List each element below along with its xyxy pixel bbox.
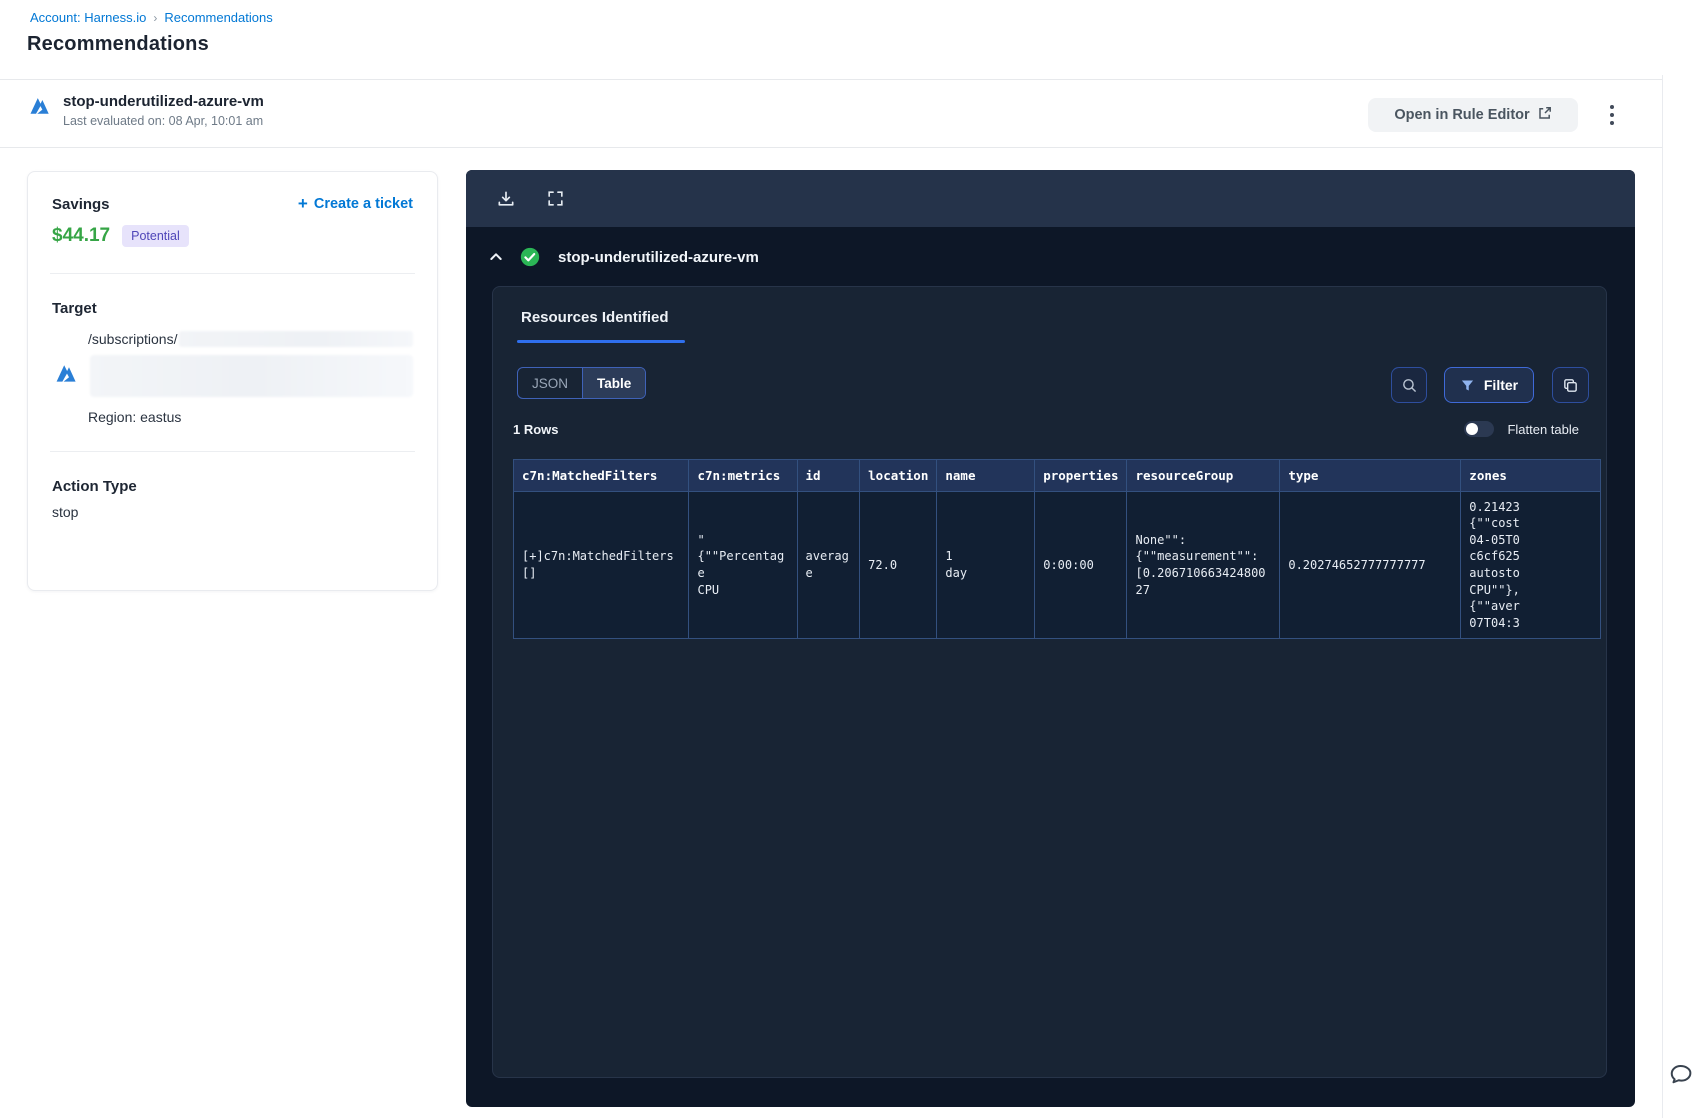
copy-icon	[1562, 377, 1579, 394]
col-header-name: name	[936, 459, 1036, 492]
redacted-target-block	[90, 355, 413, 397]
tab-resources-identified-label: Resources Identified	[521, 309, 669, 326]
cell-zones: 0.21423 {""cost 04-05T0 c6cf625 autosto …	[1460, 491, 1601, 639]
rule-name: stop-underutilized-azure-vm	[63, 93, 264, 110]
savings-amount: $44.17	[52, 225, 111, 246]
col-header-matched-filters: c7n:MatchedFilters	[513, 459, 690, 492]
filter-button[interactable]: Filter	[1444, 367, 1534, 403]
download-button[interactable]	[492, 185, 520, 213]
rows-count: 1 Rows	[513, 422, 559, 437]
azure-icon	[28, 95, 51, 123]
target-path: /subscriptions/	[88, 331, 178, 347]
resources-identified-panel: Resources Identified JSON Table Filter 1…	[492, 286, 1607, 1078]
filter-label: Filter	[1483, 377, 1519, 393]
rule-last-evaluated: Last evaluated on: 08 Apr, 10:01 am	[63, 114, 264, 128]
search-button[interactable]	[1391, 367, 1427, 403]
recommendation-detail-page: Account: Harness.io › Recommendations Re…	[0, 0, 1706, 1118]
search-icon	[1401, 377, 1418, 394]
cell-name: 1 day	[936, 491, 1036, 639]
results-rule-title: stop-underutilized-azure-vm	[558, 248, 759, 266]
col-header-resource-group: resourceGroup	[1126, 459, 1281, 492]
view-mode-segmented-control: JSON Table	[517, 367, 647, 399]
action-type-label: Action Type	[52, 478, 137, 495]
resources-table: c7n:MatchedFilters c7n:metrics id locati…	[513, 459, 1601, 639]
support-chat-button[interactable]	[1664, 1058, 1698, 1092]
cell-id: average	[796, 491, 861, 639]
table-header-row: c7n:MatchedFilters c7n:metrics id locati…	[513, 459, 1601, 492]
cell-type: 0.20274652777777777	[1279, 491, 1462, 639]
recommendation-header: stop-underutilized-azure-vm Last evaluat…	[0, 79, 1662, 148]
open-in-rule-editor-button[interactable]: Open in Rule Editor	[1368, 98, 1578, 132]
flatten-table-label: Flatten table	[1507, 421, 1579, 437]
active-tab-underline	[517, 340, 685, 343]
view-json-button[interactable]: JSON	[518, 368, 582, 398]
resources-table-container[interactable]: c7n:MatchedFilters c7n:metrics id locati…	[513, 459, 1601, 639]
breadcrumb: Account: Harness.io › Recommendations	[30, 10, 273, 25]
divider	[50, 273, 415, 274]
col-header-properties: properties	[1034, 459, 1128, 492]
savings-label: Savings	[52, 196, 110, 213]
chat-bubble-icon	[1666, 1064, 1696, 1092]
evaluation-results-panel: stop-underutilized-azure-vm Resources Id…	[466, 170, 1635, 1107]
col-header-type: type	[1279, 459, 1462, 492]
filter-funnel-icon	[1460, 378, 1475, 393]
copy-button[interactable]	[1552, 367, 1589, 403]
fullscreen-button[interactable]	[542, 185, 569, 212]
view-table-button[interactable]: Table	[582, 368, 646, 398]
results-toolbar	[466, 170, 1635, 227]
collapse-chevron-button[interactable]	[488, 249, 504, 265]
breadcrumb-separator-icon: ›	[153, 10, 158, 25]
page-title: Recommendations	[27, 33, 209, 55]
cell-properties: 0:00:00	[1034, 491, 1128, 639]
create-ticket-label: Create a ticket	[313, 196, 413, 212]
redacted-target-text	[179, 331, 413, 347]
col-header-metrics: c7n:metrics	[688, 459, 798, 492]
col-header-location: location	[859, 459, 938, 492]
col-header-id: id	[796, 459, 861, 492]
cell-matched-filters-expand-link[interactable]: [+]c7n:MatchedFilters[]	[513, 491, 690, 639]
savings-card: Savings + Create a ticket $44.17 Potenti…	[27, 171, 438, 591]
breadcrumb-recommendations-link[interactable]: Recommendations	[164, 10, 272, 25]
plus-icon: +	[297, 194, 308, 213]
more-options-menu-button[interactable]	[1596, 98, 1628, 132]
table-row: [+]c7n:MatchedFilters[] " {""Percentage …	[513, 491, 1601, 639]
potential-badge: Potential	[122, 225, 189, 247]
cell-location: 72.0	[859, 491, 938, 639]
col-header-zones: zones	[1460, 459, 1601, 492]
create-ticket-button[interactable]: + Create a ticket	[297, 194, 413, 213]
table-controls-row: JSON Table Filter	[493, 367, 1606, 403]
cell-metrics: " {""Percentage CPU	[688, 491, 798, 639]
target-region: Region: eastus	[88, 409, 182, 425]
open-in-rule-editor-label: Open in Rule Editor	[1394, 107, 1530, 123]
flatten-table-toggle[interactable]	[1464, 421, 1495, 437]
divider	[50, 451, 415, 452]
tab-resources-identified[interactable]: Resources Identified	[493, 287, 685, 343]
breadcrumb-account-link[interactable]: Account: Harness.io	[30, 10, 146, 25]
action-type-value: stop	[52, 504, 79, 520]
success-check-icon	[520, 247, 540, 267]
target-label: Target	[52, 300, 97, 317]
azure-icon	[54, 362, 78, 391]
cell-resource-group: None"": {""measurement"": [0.20671066342…	[1126, 491, 1281, 639]
external-link-icon	[1538, 106, 1552, 124]
toggle-knob	[1466, 423, 1479, 435]
content-edge-divider	[1662, 75, 1663, 1118]
table-meta-row: 1 Rows Flatten table	[493, 421, 1606, 441]
